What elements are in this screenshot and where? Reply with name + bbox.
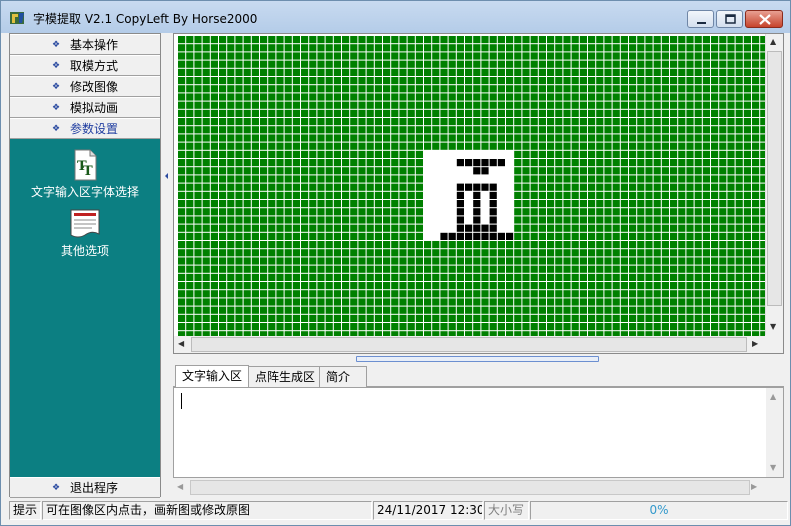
document-icon bbox=[70, 209, 100, 238]
nav-basic-ops[interactable]: ❖ 基本操作 bbox=[10, 34, 160, 55]
tab-dot-matrix[interactable]: 点阵生成区 bbox=[248, 366, 323, 387]
grid-vertical-scrollbar[interactable]: ▲ ▼ bbox=[765, 34, 782, 335]
nav-animation[interactable]: ❖ 模拟动画 bbox=[10, 97, 160, 118]
maximize-button[interactable] bbox=[716, 10, 743, 28]
splitter-grip[interactable] bbox=[356, 356, 599, 362]
grid-horizontal-scrollbar[interactable]: ◀ ▶ bbox=[174, 336, 765, 353]
scroll-thumb[interactable] bbox=[191, 337, 747, 352]
minimize-button[interactable] bbox=[687, 10, 714, 28]
image-editor-frame bbox=[173, 33, 784, 354]
scroll-up-icon[interactable]: ▲ bbox=[770, 37, 776, 46]
maximize-icon bbox=[725, 14, 736, 24]
text-input-area[interactable]: ▲ ▼ bbox=[173, 387, 784, 478]
nav-label: 模拟动画 bbox=[70, 101, 119, 115]
diamond-icon: ❖ bbox=[51, 102, 61, 113]
diamond-icon: ❖ bbox=[51, 39, 61, 50]
scroll-right-icon[interactable]: ▶ bbox=[751, 482, 757, 491]
tab-label: 简介 bbox=[326, 370, 351, 384]
nav-mode[interactable]: ❖ 取模方式 bbox=[10, 55, 160, 76]
scroll-down-icon[interactable]: ▼ bbox=[770, 463, 776, 472]
tool-label: 其他选项 bbox=[60, 244, 109, 258]
vertical-splitter[interactable] bbox=[162, 33, 172, 497]
text-caret bbox=[181, 393, 182, 409]
diamond-icon: ❖ bbox=[51, 482, 61, 493]
nav-label: 基本操作 bbox=[70, 38, 119, 52]
minimize-icon bbox=[697, 22, 706, 24]
scroll-right-icon[interactable]: ▶ bbox=[752, 339, 758, 348]
other-options-tool[interactable]: 其他选项 bbox=[10, 208, 160, 259]
nav-label: 取模方式 bbox=[70, 59, 119, 73]
horizontal-splitter[interactable] bbox=[173, 354, 784, 364]
title-bar[interactable]: 字模提取 V2.1 CopyLeft By Horse2000 bbox=[1, 1, 790, 33]
scroll-left-icon[interactable]: ◀ bbox=[178, 339, 184, 348]
app-icon bbox=[10, 12, 24, 24]
tab-label: 文字输入区 bbox=[182, 369, 243, 383]
left-panel: ❖ 基本操作 ❖ 取模方式 ❖ 修改图像 ❖ 模拟动画 ❖ 参数设置 T T 文字输入区字… bbox=[9, 33, 161, 498]
nav-edit-image[interactable]: ❖ 修改图像 bbox=[10, 76, 160, 97]
tab-strip: 文字输入区 点阵生成区 简介 bbox=[173, 365, 784, 388]
tab-text-input[interactable]: 文字输入区 bbox=[175, 365, 250, 388]
exit-button[interactable]: ❖ 退出程序 bbox=[10, 477, 160, 498]
tab-intro[interactable]: 简介 bbox=[319, 366, 367, 387]
close-button[interactable] bbox=[745, 10, 783, 28]
scroll-thumb[interactable] bbox=[767, 51, 782, 306]
status-bar: 提示 可在图像区内点击，画新图或修改原图 24/11/2017 12:30:37… bbox=[9, 501, 790, 521]
tool-label: 文字输入区字体选择 bbox=[30, 185, 139, 199]
close-icon bbox=[759, 14, 771, 25]
diamond-icon: ❖ bbox=[51, 60, 61, 71]
font-tt-icon: T T bbox=[74, 149, 97, 181]
status-hint-text: 可在图像区内点击，画新图或修改原图 bbox=[42, 501, 372, 520]
scroll-up-icon[interactable]: ▲ bbox=[770, 392, 776, 401]
nav-settings[interactable]: ❖ 参数设置 bbox=[10, 118, 160, 139]
exit-label: 退出程序 bbox=[70, 481, 119, 495]
status-progress: 0% bbox=[530, 501, 788, 520]
text-horizontal-scrollbar[interactable]: ◀ ▶ bbox=[173, 479, 784, 496]
nav-label: 修改图像 bbox=[70, 80, 119, 94]
svg-text:T: T bbox=[83, 164, 93, 179]
diamond-icon: ❖ bbox=[51, 81, 61, 92]
main-window: 字模提取 V2.1 CopyLeft By Horse2000 ❖ 基本操作 ❖ 取… bbox=[0, 0, 791, 526]
status-datetime: 24/11/2017 12:30:37 bbox=[373, 501, 483, 520]
scroll-left-icon[interactable]: ◀ bbox=[177, 482, 183, 491]
status-caps: 大小写 bbox=[484, 501, 529, 520]
scroll-down-icon[interactable]: ▼ bbox=[770, 322, 776, 331]
splitter-arrow-icon bbox=[165, 173, 168, 179]
status-hint-label: 提示 bbox=[9, 501, 41, 520]
scroll-thumb[interactable] bbox=[190, 480, 750, 495]
tab-label: 点阵生成区 bbox=[255, 370, 316, 384]
font-select-tool[interactable]: T T 文字输入区字体选择 bbox=[10, 149, 160, 200]
pixel-grid[interactable] bbox=[174, 34, 765, 336]
text-vertical-scrollbar[interactable]: ▲ ▼ bbox=[766, 388, 783, 477]
nav-label: 参数设置 bbox=[70, 122, 119, 136]
window-title: 字模提取 V2.1 CopyLeft By Horse2000 bbox=[33, 12, 258, 26]
diamond-icon: ❖ bbox=[51, 123, 61, 134]
